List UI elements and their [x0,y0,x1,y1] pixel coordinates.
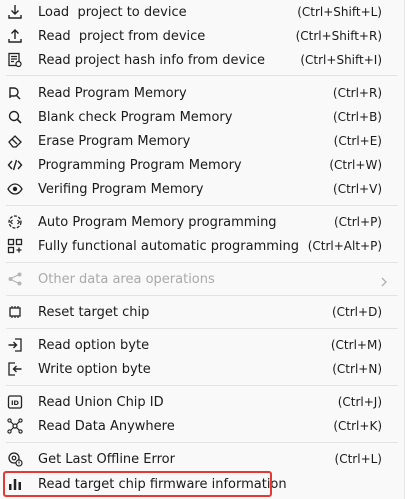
menu-item-shortcut: (Ctrl+Shift+L) [297,5,382,19]
menu-item-label: Load project to device [38,4,187,20]
menu-item-label: Programming Program Memory [38,157,242,173]
menu-item-auto-program[interactable]: Auto Program Memory programming (Ctrl+P) [0,210,404,234]
menu-item-shortcut: (Ctrl+D) [331,305,382,319]
menu-item-read-hash[interactable]: Read project hash info from device (Ctrl… [0,48,404,72]
download-icon [6,3,24,21]
write-option-icon [6,360,24,378]
menu-item-programming[interactable]: Programming Program Memory (Ctrl+W) [0,153,404,177]
menu-item-read-project[interactable]: Read project from device (Ctrl+Shift+R) [0,24,404,48]
auto-program-icon [6,213,24,231]
menu-item-write-option-byte[interactable]: Write option byte (Ctrl+N) [0,357,404,381]
share-icon [6,270,24,288]
menu-item-shortcut: (Ctrl+K) [333,419,382,433]
menu-item-label: Fully functional automatic programming [38,238,300,254]
menu-item-get-last-offline-error[interactable]: Get Last Offline Error (Ctrl+L) [0,447,404,471]
menu-item-verify[interactable]: Verifing Program Memory (Ctrl+V) [0,177,404,201]
menu-item-shortcut: (Ctrl+P) [333,215,382,229]
error-gear-icon [6,450,24,468]
chip-icon [6,303,24,321]
menu-item-shortcut: (Ctrl+J) [337,395,382,409]
read-option-icon [6,336,24,354]
context-menu: Load project to device (Ctrl+Shift+L) Re… [0,0,409,499]
read-memory-icon [6,84,24,102]
menu-item-read-program-memory[interactable]: Read Program Memory (Ctrl+R) [0,81,404,105]
menu-item-shortcut: (Ctrl+Shift+I) [300,53,382,67]
menu-item-shortcut: (Ctrl+L) [334,452,382,466]
menu-item-shortcut: (Ctrl+Shift+R) [295,29,382,43]
menu-item-label: Get Last Offline Error [38,451,175,467]
code-icon [6,156,24,174]
hash-doc-icon [6,51,24,69]
menu-item-label: Blank check Program Memory [38,109,233,125]
menu-item-label: Read option byte [38,337,150,353]
menu-item-erase[interactable]: Erase Program Memory (Ctrl+E) [0,129,404,153]
menu-item-label: Read target chip firmware information [38,476,287,492]
menu-item-shortcut: (Ctrl+M) [330,338,382,352]
menu-item-load-project[interactable]: Load project to device (Ctrl+Shift+L) [0,0,404,24]
separator [6,442,398,443]
menu-item-shortcut: (Ctrl+R) [332,86,382,100]
menu-item-label: Reset target chip [38,304,150,320]
menu-item-shortcut: (Ctrl+B) [332,110,382,124]
separator [6,328,398,329]
blank-check-icon [6,108,24,126]
menu-item-label: Read Data Anywhere [38,418,175,434]
menu-item-read-union-chip-id[interactable]: ID Read Union Chip ID (Ctrl+J) [0,390,404,414]
id-card-icon: ID [6,393,24,411]
chevron-right-icon [378,273,390,287]
menu-item-read-firmware-info[interactable]: Read target chip firmware information [0,472,404,496]
grid-apps-icon [6,237,24,255]
eraser-icon [6,132,24,150]
menu-item-label: Other data area operations [38,271,215,287]
menu-item-label: Auto Program Memory programming [38,214,277,230]
menu-item-label: Read project hash info from device [38,52,265,68]
menu-item-shortcut: (Ctrl+V) [333,182,382,196]
svg-text:ID: ID [11,399,19,407]
upload-icon [6,27,24,45]
menu-item-label: Read project from device [38,28,206,44]
menu-item-blank-check[interactable]: Blank check Program Memory (Ctrl+B) [0,105,404,129]
menu-item-read-option-byte[interactable]: Read option byte (Ctrl+M) [0,333,404,357]
menu-item-read-data-anywhere[interactable]: Read Data Anywhere (Ctrl+K) [0,414,404,438]
menu-item-shortcut: (Ctrl+W) [329,158,382,172]
menu-item-shortcut: (Ctrl+N) [332,362,382,376]
separator [6,295,398,296]
separator [6,75,398,76]
menu-item-shortcut: (Ctrl+E) [333,134,382,148]
menu-item-label: Erase Program Memory [38,133,191,149]
bar-chart-icon [6,475,24,493]
menu-item-fully-functional[interactable]: Fully functional automatic programming (… [0,234,404,258]
separator [6,262,398,263]
separator [6,205,398,206]
window-edge [404,0,409,499]
menu-item-label: Read Union Chip ID [38,394,164,410]
network-icon [6,417,24,435]
menu-item-shortcut: (Ctrl+Alt+P) [307,239,382,253]
menu-item-label: Read Program Memory [38,85,187,101]
verify-eye-icon [6,180,24,198]
menu-item-reset-chip[interactable]: Reset target chip (Ctrl+D) [0,300,404,324]
separator [6,385,398,386]
menu-item-label: Write option byte [38,361,151,377]
menu-item-other-data-area[interactable]: Other data area operations [0,267,404,291]
menu-item-label: Verifing Program Memory [38,181,204,197]
